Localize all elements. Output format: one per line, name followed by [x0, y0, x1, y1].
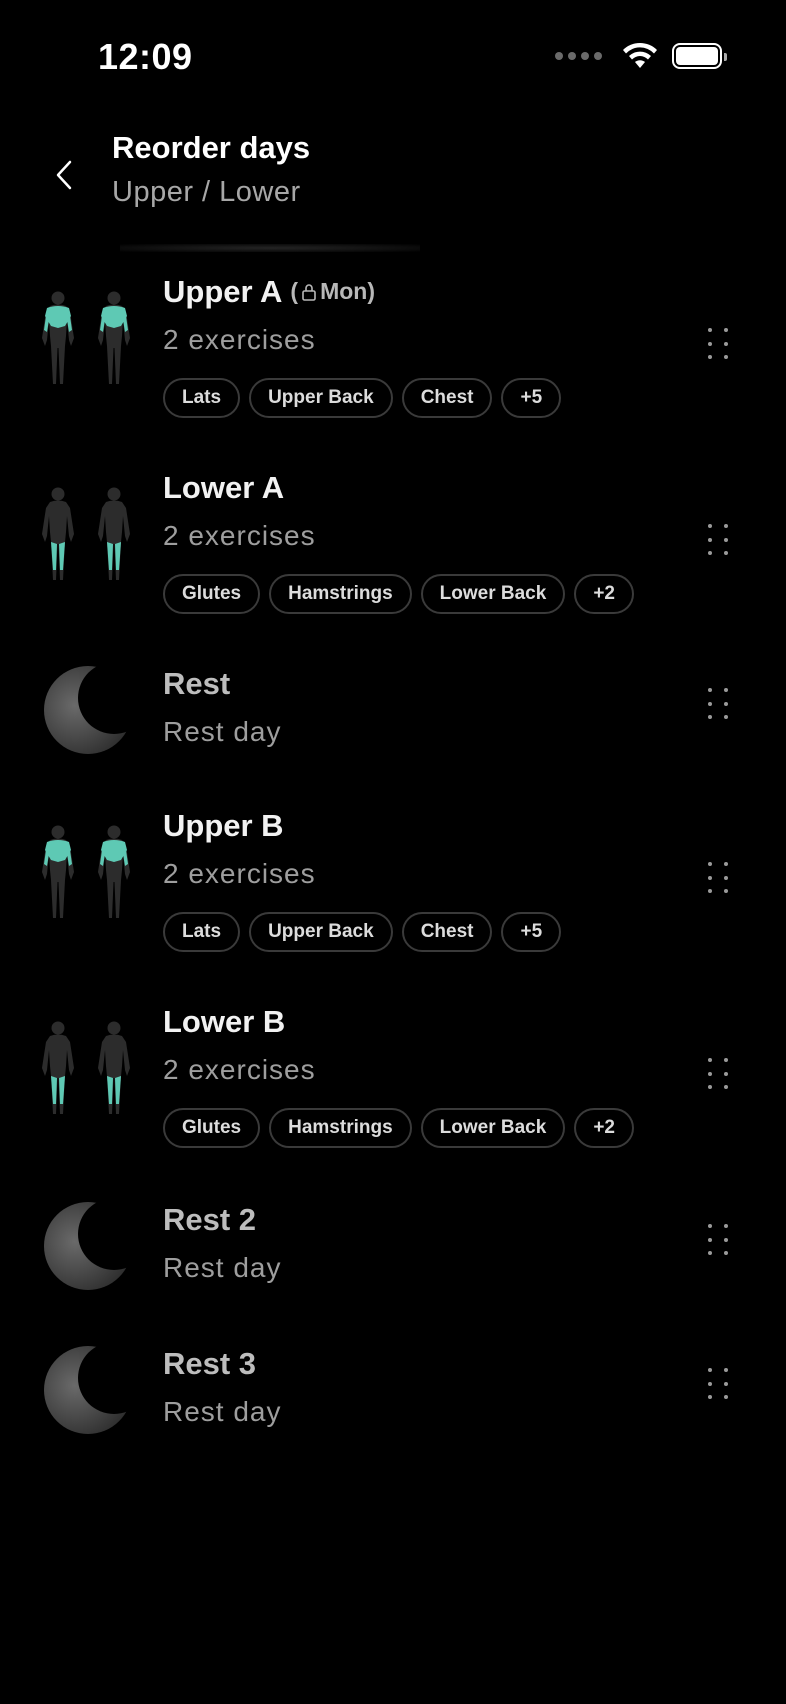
drag-handle-icon[interactable]	[708, 1368, 730, 1402]
drag-handle-icon[interactable]	[708, 1058, 730, 1092]
day-subtitle: Rest day	[163, 1396, 282, 1427]
day-subtitle: 2 exercises	[163, 858, 316, 889]
locked-day-badge: (Mon)	[290, 278, 376, 304]
header: Reorder days Upper / Lower	[0, 120, 786, 240]
day-subtitle: 2 exercises	[163, 1054, 316, 1085]
muscle-tag: +2	[574, 574, 634, 614]
day-row[interactable]: Rest Rest day	[0, 660, 786, 770]
day-name: Lower A	[163, 470, 284, 506]
wifi-icon	[623, 42, 657, 68]
muscle-tags: Glutes Hamstrings Lower Back +2	[163, 1108, 634, 1148]
muscle-tag: Lower Back	[420, 1108, 566, 1148]
day-name-label: Rest 3	[163, 1346, 257, 1381]
day-name-label: Rest 2	[163, 1202, 257, 1237]
lower-body-muscle-icon	[30, 482, 142, 582]
drag-handle-icon[interactable]	[708, 524, 730, 558]
muscle-tag: Lats	[163, 378, 241, 418]
status-icons	[555, 42, 727, 70]
status-time: 12:09	[98, 36, 193, 77]
cellular-signal-icon	[555, 52, 602, 60]
muscle-tag: Lower Back	[420, 574, 566, 614]
day-subtitle: 2 exercises	[163, 324, 316, 355]
muscle-tag: Hamstrings	[269, 574, 412, 614]
day-name-label: Rest	[163, 666, 231, 701]
muscle-tag: Chest	[401, 378, 493, 418]
muscle-tags: Lats Upper Back Chest +5	[163, 912, 562, 952]
muscle-tag: Chest	[401, 912, 493, 952]
muscle-tag: Hamstrings	[269, 1108, 412, 1148]
battery-icon	[672, 43, 727, 69]
locked-day-label: Mon	[320, 278, 368, 304]
header-divider	[120, 244, 420, 252]
lower-body-muscle-icon	[30, 1016, 142, 1116]
day-row[interactable]: Rest 3 Rest day	[0, 1340, 786, 1450]
day-name: Lower B	[163, 1004, 285, 1040]
drag-handle-icon[interactable]	[708, 328, 730, 362]
day-name-label: Upper B	[163, 808, 284, 843]
muscle-tags: Lats Upper Back Chest +5	[163, 378, 562, 418]
day-row[interactable]: Rest 2 Rest day	[0, 1196, 786, 1306]
drag-handle-icon[interactable]	[708, 688, 730, 722]
moon-icon	[30, 1196, 142, 1296]
moon-icon	[30, 660, 142, 760]
day-row[interactable]: Lower B 2 exercises Glutes Hamstrings Lower …	[0, 998, 786, 1148]
day-subtitle: Rest day	[163, 716, 282, 747]
lock-icon	[302, 283, 316, 301]
day-subtitle: Rest day	[163, 1252, 282, 1283]
muscle-tag: Upper Back	[249, 378, 393, 418]
day-row[interactable]: Upper A (Mon) 2 exercises Lats Upper Back Che…	[0, 268, 786, 418]
day-name: Rest 3	[163, 1346, 256, 1382]
day-name-label: Upper A	[163, 274, 283, 309]
day-row[interactable]: Upper B 2 exercises Lats Upper Back Chest +5	[0, 802, 786, 952]
muscle-tag: +5	[501, 378, 562, 418]
day-name-label: Lower B	[163, 1004, 286, 1039]
upper-body-muscle-icon	[30, 286, 142, 386]
moon-icon	[30, 1340, 142, 1440]
day-name: Rest	[163, 666, 230, 702]
day-name-label: Lower A	[163, 470, 285, 505]
back-button[interactable]	[44, 150, 84, 200]
muscle-tags: Glutes Hamstrings Lower Back +2	[163, 574, 634, 614]
status-bar: 12:09	[0, 0, 786, 110]
upper-body-muscle-icon	[30, 820, 142, 920]
day-subtitle: 2 exercises	[163, 520, 316, 551]
muscle-tag: +5	[501, 912, 562, 952]
muscle-tag: +2	[574, 1108, 634, 1148]
drag-handle-icon[interactable]	[708, 862, 730, 896]
day-name: Upper A (Mon)	[163, 274, 375, 310]
day-name: Rest 2	[163, 1202, 256, 1238]
page-subtitle: Upper / Lower	[112, 176, 301, 208]
chevron-left-icon	[56, 160, 72, 190]
muscle-tag: Upper Back	[249, 912, 393, 952]
muscle-tag: Glutes	[163, 574, 261, 614]
drag-handle-icon[interactable]	[708, 1224, 730, 1258]
day-name: Upper B	[163, 808, 284, 844]
muscle-tag: Glutes	[163, 1108, 261, 1148]
day-row[interactable]: Lower A 2 exercises Glutes Hamstrings Lower …	[0, 464, 786, 614]
muscle-tag: Lats	[163, 912, 241, 952]
page-title: Reorder days	[112, 130, 311, 165]
